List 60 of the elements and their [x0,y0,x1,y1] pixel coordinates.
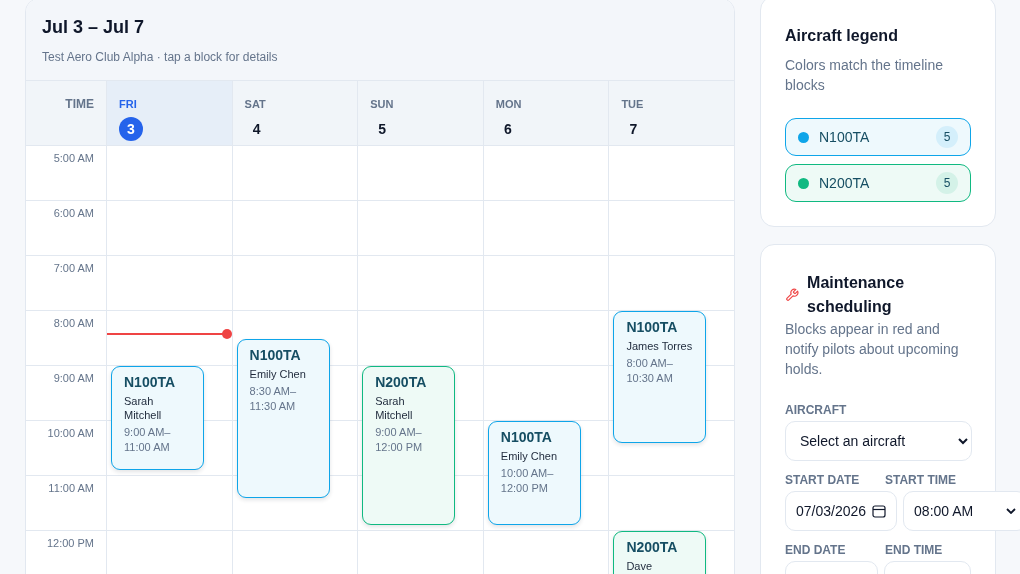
field-label: AIRCRAFT [785,403,848,417]
aircraft-label: N100TA [249,346,302,363]
pilot-name: Dave [626,559,654,573]
booking-time: 10:00 AM–12:00 PM [500,466,555,496]
day-header[interactable]: FRI 3 [106,81,232,146]
legend-item[interactable]: N100TA 5 [785,118,971,156]
booking-block[interactable]: N200TA Dave [613,531,707,574]
aircraft-label: N100TA [626,319,679,335]
pilot-name: Emily Chen [500,449,559,463]
pilot-name: Sarah Mitchell [375,394,414,422]
time-label: 12:00 PM [46,537,94,549]
booking-time: 9:00 AM–12:00 PM [375,425,424,455]
count-badge: 5 [936,126,958,148]
booking-time: 9:00 AM–11:00 AM [124,425,172,455]
aircraft-select[interactable]: Select an aircraft [785,421,972,461]
chevron-down-icon [1006,508,1017,514]
start-time-field[interactable]: 08:00 AM [903,491,1020,531]
day-header[interactable]: SUN 5 [357,81,483,146]
legend-item[interactable]: N200TA 5 [785,164,971,202]
booking-block[interactable]: N100TA Emily Chen 8:30 AM–11:30 AM [236,338,330,498]
booking-block[interactable]: N100TA James Torres 8:00 AM–10:30 AM [613,311,707,443]
time-label: 11:00 AM [48,482,94,494]
day-header[interactable]: SAT 4 [231,81,358,146]
booking-block[interactable]: N100TA Emily Chen 10:00 AM–12:00 PM [487,421,581,525]
booking-time: 8:00 AM–10:30 AM [626,356,674,386]
aircraft-label: N200TA [375,374,428,390]
aircraft-label: N100TA [124,374,177,390]
field-label: START DATE [785,473,861,487]
start-date-field[interactable]: 07/03/2026 [785,491,898,531]
legend-title: Aircraft legend [785,27,899,45]
time-label: 5:00 AM [53,152,94,164]
booking-time: 8:30 AM–11:30 AM [249,383,298,414]
time-header: TIME [65,97,94,111]
time-label: 9:00 AM [53,372,94,384]
field-label: END DATE [785,543,847,557]
aircraft-label: N100TA [500,429,553,445]
field-label: START TIME [885,473,957,487]
maintenance-description: Blocks appear in red and notify pilots about upcoming holds. [785,320,960,379]
booking-block[interactable]: N100TA Sarah Mitchell 9:00 AM–11:00 AM [111,366,204,470]
field-label: END TIME [885,543,943,557]
time-label: 6:00 AM [53,207,94,219]
legend-label: N200TA [819,175,871,191]
day-header[interactable]: TUE 7 [608,81,734,146]
pilot-name: Emily Chen [249,366,307,381]
legend-label: N100TA [819,129,871,145]
booking-block[interactable]: N200TA Sarah Mitchell 9:00 AM–12:00 PM [362,366,456,525]
pilot-name: James Torres [626,339,694,353]
calendar-subtitle: Test Aero Club Alpha · tap a block for details [42,50,279,64]
time-label: 8:00 AM [53,317,94,329]
time-label: 7:00 AM [53,262,94,274]
maintenance-title: Maintenance scheduling [807,273,906,317]
wrench-icon [785,287,800,303]
legend-subtitle: Colors match the timeline blocks [785,56,944,95]
day-header[interactable]: MON 6 [482,81,609,146]
calendar-icon [872,504,887,518]
count-badge: 5 [936,172,958,194]
aircraft-label: N200TA [626,539,679,555]
week-title: Jul 3 – Jul 7 [42,17,146,38]
pilot-name: Sarah Mitchell [124,394,163,422]
time-label: 10:00 AM [47,427,94,439]
